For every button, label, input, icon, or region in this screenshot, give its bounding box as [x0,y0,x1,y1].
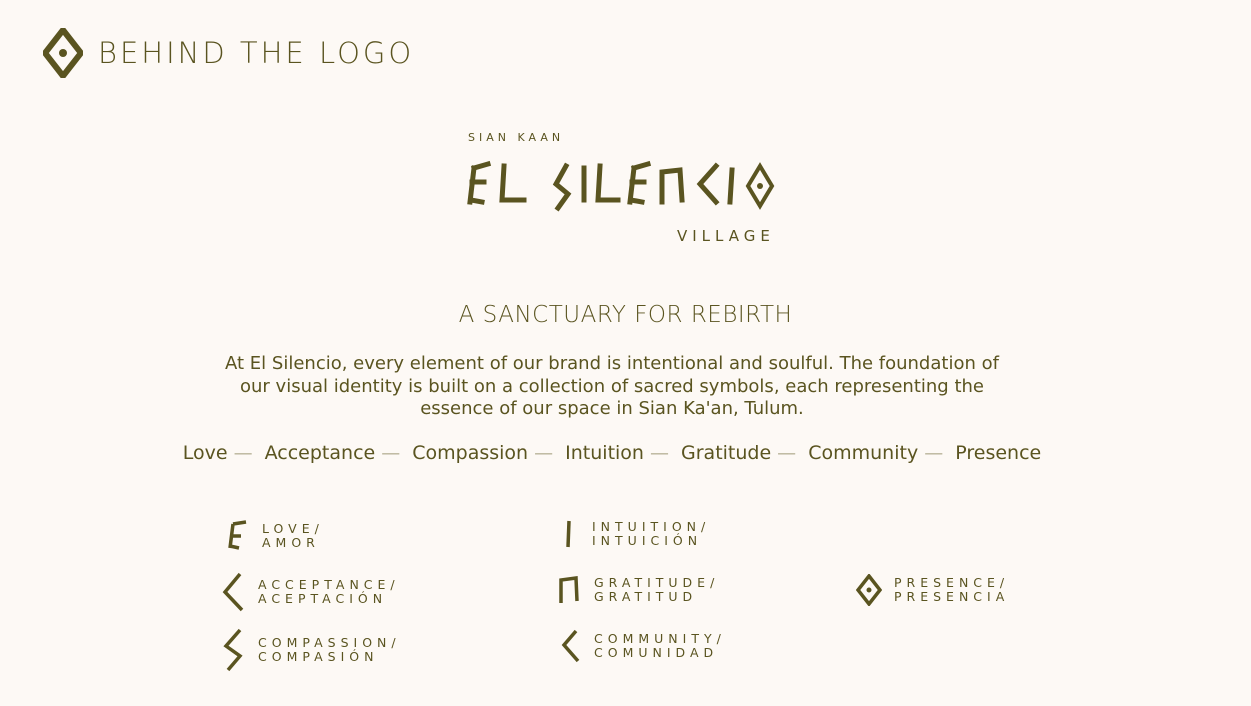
value-separator: — [777,442,797,464]
value-item: Acceptance [264,442,376,464]
symbol-label-es: GRATITUD [594,589,698,604]
symbol-label-es: AMOR [262,535,320,550]
presence-symbol-icon [856,574,882,606]
symbol-label-en: COMMUNITY/ [594,631,726,646]
symbol-label-es: COMPASIÓN [258,649,379,664]
values-list: Love — Acceptance — Compassion — Intuition —… [0,442,1224,464]
symbol-presence: PRESENCE/ PRESENCIA [856,574,1009,606]
symbol-label-es: INTUICIÓN [592,533,703,548]
diamond-eye-icon [43,28,83,78]
intro-paragraph: At El Silencio, every element of our bra… [225,353,999,419]
compassion-symbol-icon [223,628,243,672]
intuition-symbol-icon [566,520,571,548]
value-item: Gratitude [681,442,772,464]
value-item: Community [808,442,919,464]
symbol-gratitude: GRATITUDE/ GRATITUD [556,575,719,605]
value-separator: — [924,442,944,464]
symbol-label-en: INTUITION/ [592,519,711,534]
symbol-compassion: COMPASSION/ COMPASIÓN [220,628,401,672]
value-item: Compassion [412,442,529,464]
symbol-label-en: ACCEPTANCE/ [258,577,400,592]
page-header: BEHIND THE LOGO [43,28,414,78]
value-separator: — [381,442,401,464]
value-separator: — [649,442,669,464]
symbol-label-es: PRESENCIA [894,589,1010,604]
logo-subtitle: SIAN KAAN [468,131,565,144]
acceptance-symbol-icon [222,572,244,612]
symbol-intuition: INTUITION/ INTUICIÓN [560,519,710,549]
value-item: Intuition [565,442,644,464]
value-separator: — [233,442,253,464]
gratitude-symbol-icon [559,576,579,603]
symbol-love: LOVE/ AMOR [224,520,324,552]
symbol-label-en: LOVE/ [262,521,324,536]
symbol-label-en: COMPASSION/ [258,635,401,650]
symbol-label-es: ACEPTACIÓN [258,591,388,606]
value-separator: — [534,442,554,464]
value-item: Love [182,442,228,464]
symbol-label-es: COMUNIDAD [594,645,719,660]
logo-village: VILLAGE [677,227,775,245]
love-symbol-icon [228,520,247,550]
community-symbol-icon [561,629,580,663]
symbol-community: COMMUNITY/ COMUNIDAD [560,629,726,663]
brand-logo: SIAN KAAN VILLAGE [466,128,776,248]
value-item: Presence [955,442,1042,464]
page-title: BEHIND THE LOGO [98,36,415,70]
section-headline: A SANCTUARY FOR REBIRTH [458,302,793,328]
el-silencio-wordmark [467,160,775,212]
symbol-label-en: PRESENCE/ [894,575,1010,590]
symbol-acceptance: ACCEPTANCE/ ACEPTACIÓN [220,572,400,612]
symbol-label-en: GRATITUDE/ [594,575,720,590]
